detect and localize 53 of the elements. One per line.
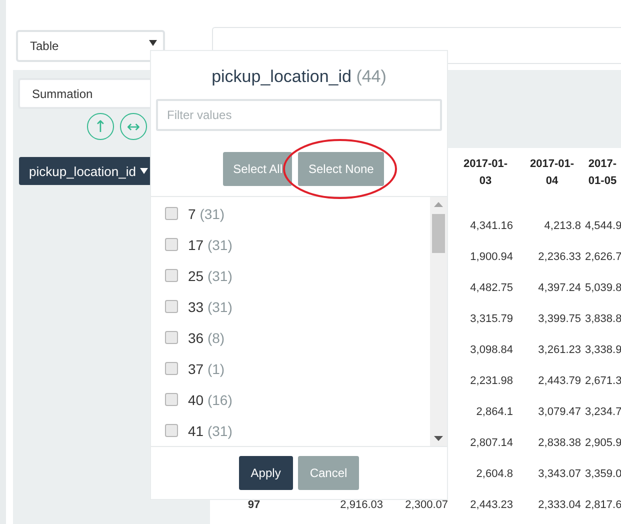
value-label: 36 (8) [188,330,225,346]
table-cell-text: 3,261.23 [537,343,582,358]
table-cell-text: 3,079.47 [537,405,582,420]
table-cell-text: 2,671.3 [584,374,621,389]
table-cell-text: 3,359.0 [584,467,621,482]
table-cell-text: 3,315.79 [469,312,514,327]
value-label: 33 (31) [188,298,232,314]
table-cell-text: 3,098.84 [469,343,514,358]
table-cell-text: 3,838.8 [584,312,621,327]
table-cell-text: 4,482.75 [469,281,514,296]
table-cell-text: 2,807.14 [469,436,514,451]
table-cell-text: 2,443.23 [469,498,514,513]
filter-field[interactable]: Filter values [156,99,442,131]
column-header: 2017-01-04 [528,157,576,189]
column-header: 2017-01-03 [462,157,509,189]
table-cell-text: 2,864.1 [475,405,514,420]
value-label: 25 (31) [188,268,232,284]
footer-button[interactable]: Apply [238,456,293,490]
popup-title: pickup_location_id (44) [212,67,386,87]
select-button[interactable]: Select None [298,152,384,186]
table-cell-text: 2,300.07 [404,498,449,513]
table-cell-text: 3,343.07 [537,467,582,482]
value-label: 17 (31) [188,236,232,252]
table-cell-text: 2,905.9 [584,436,621,451]
value-label: 7 (31) [188,206,225,222]
footer-button[interactable]: Cancel [298,456,360,490]
renderer-select[interactable]: Table [16,30,165,62]
table-cell-text: 3,234.7 [584,405,621,420]
table-cell-text: 3,399.75 [537,312,582,327]
table-cell-text: 5,039.8 [584,281,621,296]
value-label: 41 (31) [188,422,232,438]
column-header: 2017-01-05 [587,157,618,189]
table-cell-text: 2,236.33 [537,250,582,265]
table-cell-text: 4,397.24 [537,281,582,296]
sort-order-button[interactable]: ↔ [120,113,147,140]
table-cell-text: 4,213.8 [543,219,582,234]
table-cell-text: 2,443.79 [537,374,582,389]
select-button[interactable]: Select All [223,152,292,186]
sort-order-button[interactable]: ↑ [87,113,114,140]
table-cell-text: 2,838.38 [537,436,582,451]
table-cell-text: 2,333.04 [537,498,582,513]
table-cell-text: 2,817.6 [584,498,621,513]
table-cell-text: 4,544.9 [584,219,621,234]
table-cell-text: 2,916.03 [339,498,384,513]
row-label: 97 [246,498,262,513]
table-cell-text: 1,900.94 [469,250,514,265]
table-cell-text: 4,341.16 [469,219,514,234]
value-label: 40 (16) [188,392,232,408]
table-cell-text: 2,604.8 [475,467,514,482]
value-label: 37 (1) [188,360,225,376]
table-cell-text: 3,338.9 [584,343,621,358]
table-cell-text: 2,231.98 [469,374,514,389]
table-cell-text: 2,626.7 [584,250,621,265]
